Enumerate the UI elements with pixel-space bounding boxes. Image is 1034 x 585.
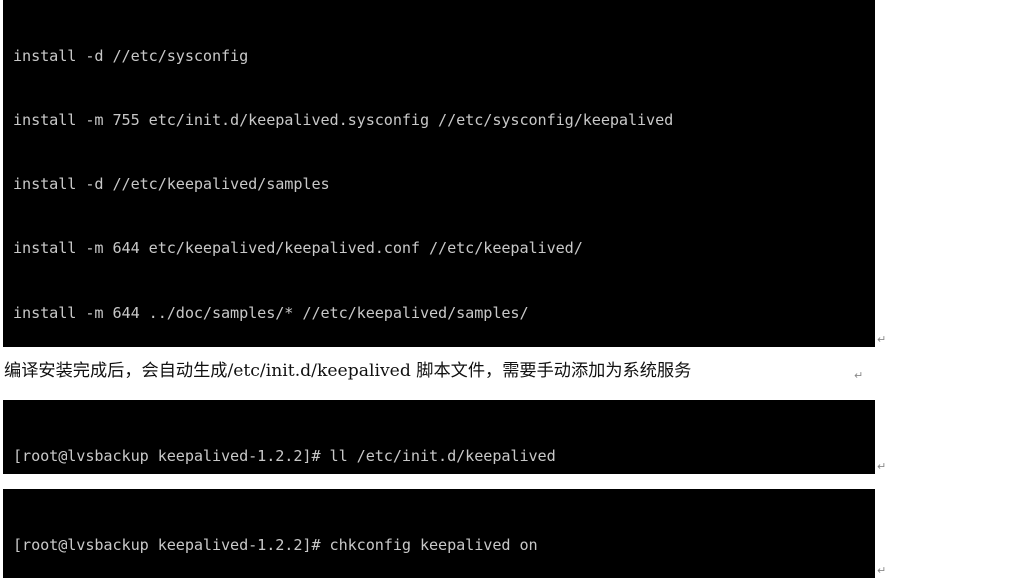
document-page: install -d //etc/sysconfig install -m 75… — [0, 0, 1034, 585]
shell-command: ll /etc/init.d/keepalived — [329, 446, 556, 465]
paragraph-mark: ↵ — [877, 564, 887, 577]
shell-command: chkconfig keepalived on — [329, 535, 538, 554]
terminal-line: install -d //etc/keepalived/samples — [13, 175, 330, 194]
terminal-line: install -m 755 etc/init.d/keepalived.sys… — [13, 111, 674, 130]
shell-prompt: [root@lvsbackup keepalived-1.2.2]# — [13, 446, 330, 465]
terminal-install-output[interactable]: install -d //etc/sysconfig install -m 75… — [3, 0, 875, 347]
paragraph-mark: ↵ — [854, 369, 864, 382]
terminal-line: install -m 644 etc/keepalived/keepalived… — [13, 239, 583, 258]
terminal-prompt-line: [root@lvsbackup keepalived-1.2.2]# ll /e… — [13, 446, 875, 467]
paragraph-mark: ↵ — [877, 460, 887, 473]
shell-prompt: [root@lvsbackup keepalived-1.2.2]# — [13, 535, 330, 554]
paragraph-mark: ↵ — [877, 333, 887, 346]
terminal-line: install -m 644 ../doc/samples/* //etc/ke… — [13, 303, 529, 322]
terminal-chkconfig-output[interactable]: [root@lvsbackup keepalived-1.2.2]# chkco… — [3, 489, 875, 578]
terminal-ll-output[interactable]: [root@lvsbackup keepalived-1.2.2]# ll /e… — [3, 400, 875, 474]
terminal-prompt-line: [root@lvsbackup keepalived-1.2.2]# chkco… — [13, 535, 875, 556]
terminal-line: install -d //etc/sysconfig — [13, 46, 249, 65]
